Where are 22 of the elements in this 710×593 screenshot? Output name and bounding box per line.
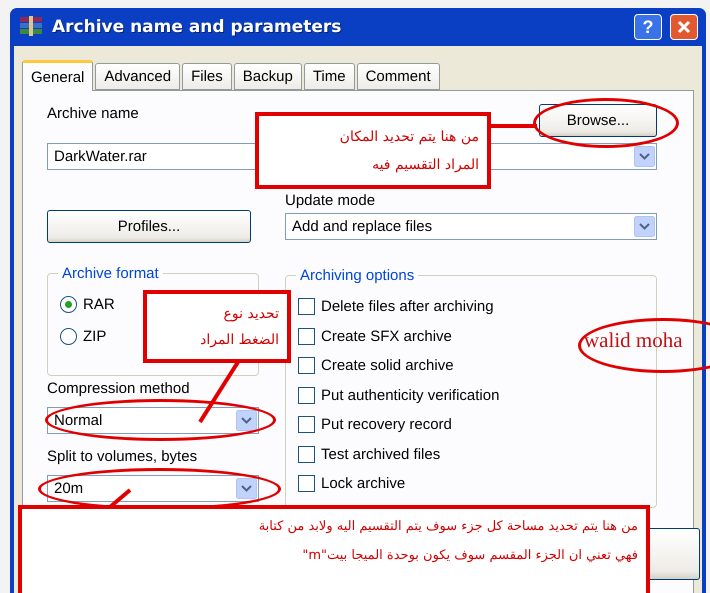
annotation-text: المراد التقسيم فيه [372,156,479,172]
window-title: Archive name and parameters [52,17,342,37]
field-label: Split to volumes, bytes [47,448,198,465]
option-label: ZIP [83,328,106,344]
field-label: Update mode [285,192,376,209]
annotation-text: تحديد نوع [224,306,279,322]
checkbox-label: Create solid archive [321,357,454,374]
checkbox-label: Delete files after archiving [321,298,494,316]
checkbox-label: Create SFX archive [321,328,452,345]
annotation-text: من هنا يتم تحديد المكان [340,128,479,144]
field-label: Compression method [47,380,190,397]
annotation-text: فهي تعني ان الجزء المقسم سوف يكون بوحدة الميجا بيت"m" [302,548,638,563]
signature-text: walid moha [584,328,683,353]
checkbox-label: Put recovery record [321,416,452,434]
annotation-text: الضغط المراد [200,332,279,348]
group-title: Archiving options [296,267,418,284]
checkbox-label: Put authenticity verification [321,386,500,404]
checkbox-label: Lock archive [321,475,406,492]
field-label: Archive name [47,105,139,122]
annotation-text: من هنا يتم تحديد مساحة كل جزء سوف يتم التقسيم اليه ولابد من كتابة [258,519,638,534]
option-label: RAR [83,296,115,312]
checkbox-label: Test archived files [321,446,440,463]
